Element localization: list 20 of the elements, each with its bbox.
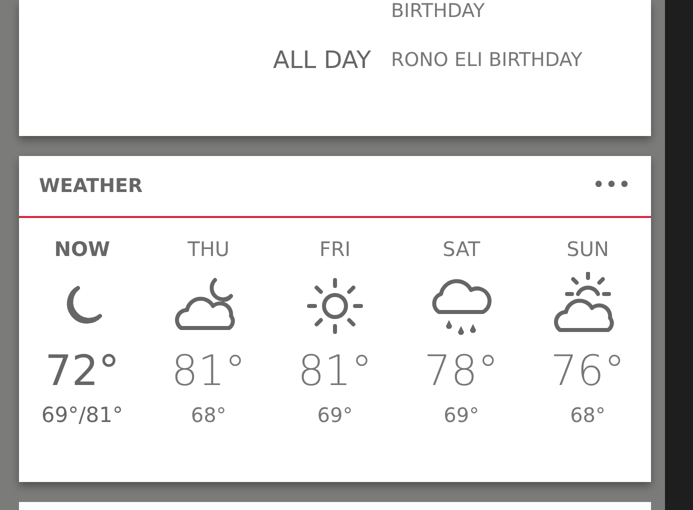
event-title: RONO ELI BIRTHDAY xyxy=(391,50,582,70)
day-label: NOW xyxy=(54,236,110,262)
low-temperature: 69° xyxy=(444,402,480,429)
more-menu-button[interactable]: ••• xyxy=(592,175,631,197)
day-label: FRI xyxy=(319,236,351,262)
temperature: 81° xyxy=(298,345,372,397)
temperature: 72° xyxy=(44,345,120,397)
temperature: 81° xyxy=(171,345,246,397)
day-label: THU xyxy=(188,236,230,262)
day-label: SAT xyxy=(442,236,480,262)
low-temperature: 69° xyxy=(317,402,353,429)
event-time: ALL DAY xyxy=(272,48,371,72)
event-title: BIRTHDAY xyxy=(391,2,485,21)
low-temperature: 68° xyxy=(570,402,606,429)
temperature: 76° xyxy=(550,345,626,397)
temperature: 78° xyxy=(424,345,499,397)
low-temperature: 68° xyxy=(190,402,226,429)
low-high-temperature: 69°/81° xyxy=(41,402,123,429)
day-label: SUN xyxy=(566,236,609,262)
weather-title: WEATHER xyxy=(39,174,143,199)
